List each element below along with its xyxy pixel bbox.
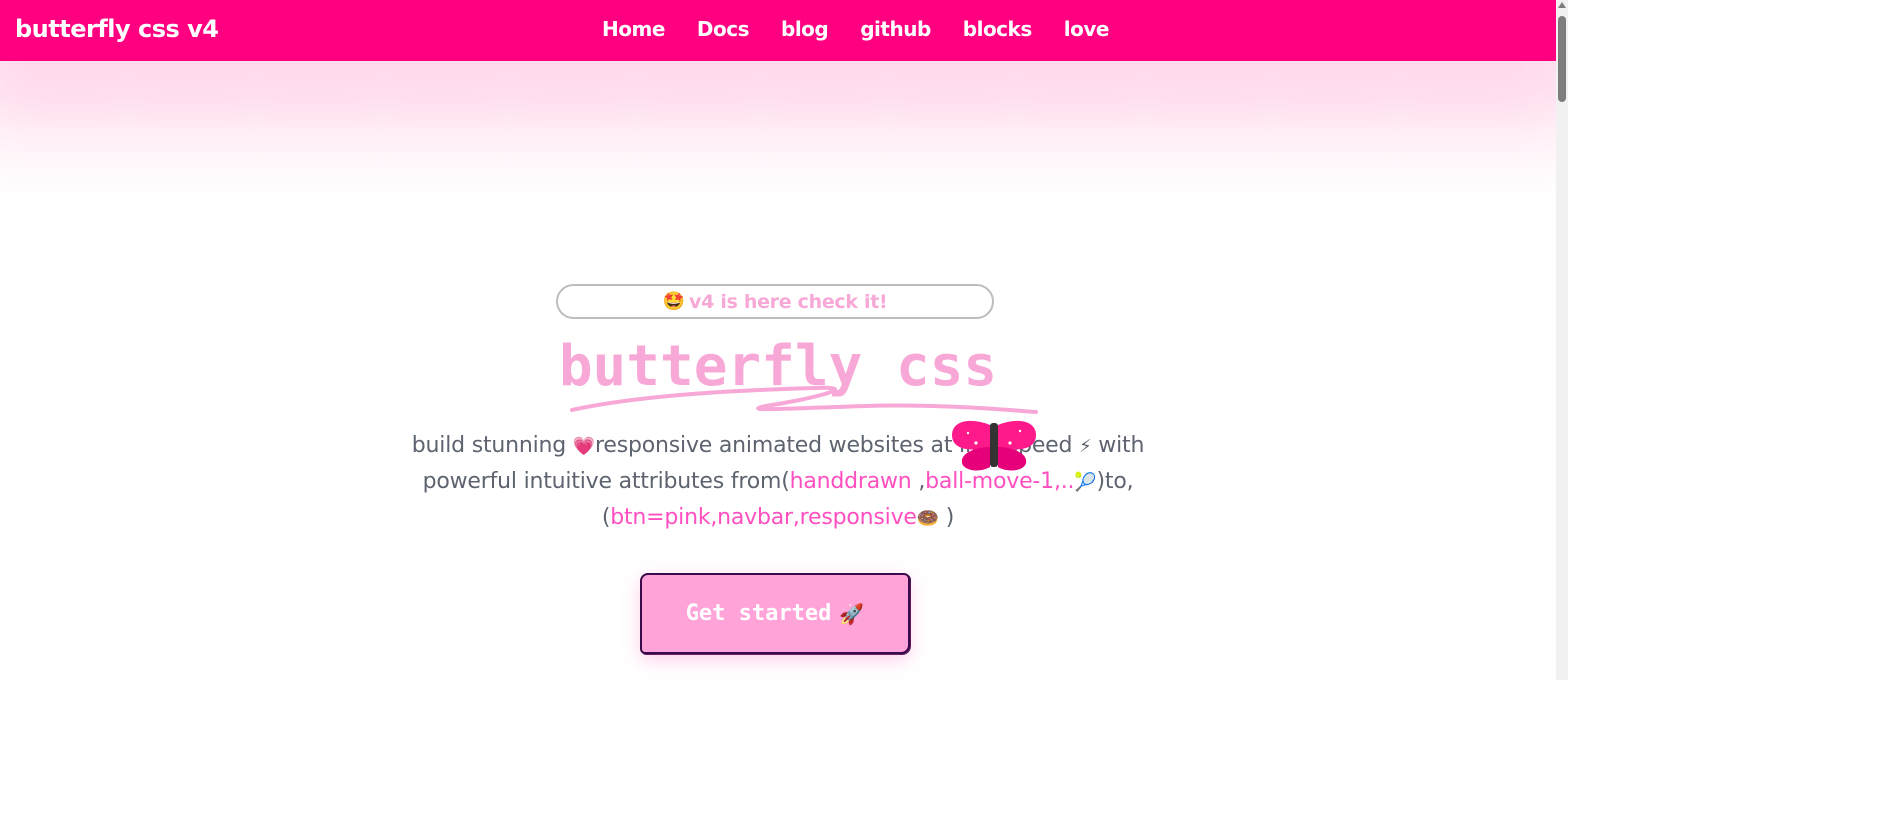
- desc-text: (: [601, 505, 611, 530]
- racket-icon: 🎾: [1074, 472, 1097, 493]
- top-navbar: butterfly css v4 Home Docs blog github b…: [0, 0, 1556, 61]
- desc-text: ,: [911, 469, 926, 494]
- announcement-pill[interactable]: 🤩 v4 is here check it!: [556, 284, 994, 319]
- page: butterfly css v4 Home Docs blog github b…: [0, 0, 1568, 680]
- vertical-scrollbar[interactable]: [1556, 0, 1568, 680]
- nav-link-blog[interactable]: blog: [765, 17, 844, 41]
- lightning-icon: ⚡: [1079, 436, 1092, 457]
- brand-logo[interactable]: butterfly css v4: [15, 15, 219, 43]
- nav-link-docs[interactable]: Docs: [681, 17, 765, 41]
- nav-link-home[interactable]: Home: [586, 17, 681, 41]
- desc-text: powerful intuitive attributes from(: [422, 469, 790, 494]
- desc-text: with: [1091, 433, 1145, 458]
- nav-link-love[interactable]: love: [1048, 17, 1125, 41]
- announcement-text: v4 is here check it!: [689, 290, 888, 313]
- butterfly-icon: [952, 420, 1036, 471]
- scroll-thumb[interactable]: [1558, 16, 1566, 102]
- donut-icon: 🍩: [916, 508, 939, 529]
- nav-links: Home Docs blog github blocks love: [586, 17, 1125, 41]
- nav-link-github[interactable]: github: [844, 17, 947, 41]
- heart-icon: 💗: [572, 436, 596, 457]
- rocket-icon: 🚀: [839, 601, 865, 626]
- desc-text: build stunning: [411, 433, 573, 458]
- nav-link-blocks[interactable]: blocks: [947, 17, 1048, 41]
- star-eyes-icon: 🤩: [662, 290, 686, 312]
- desc-text: ): [938, 505, 955, 530]
- get-started-label: Get started: [685, 601, 832, 626]
- desc-text: )to,: [1096, 469, 1134, 494]
- handdrawn-link[interactable]: handdrawn: [790, 469, 912, 494]
- btn-pink-link[interactable]: btn=pink,navbar,responsive: [610, 505, 917, 530]
- scroll-up-icon[interactable]: [1558, 2, 1566, 8]
- get-started-button[interactable]: Get started 🚀: [640, 573, 910, 654]
